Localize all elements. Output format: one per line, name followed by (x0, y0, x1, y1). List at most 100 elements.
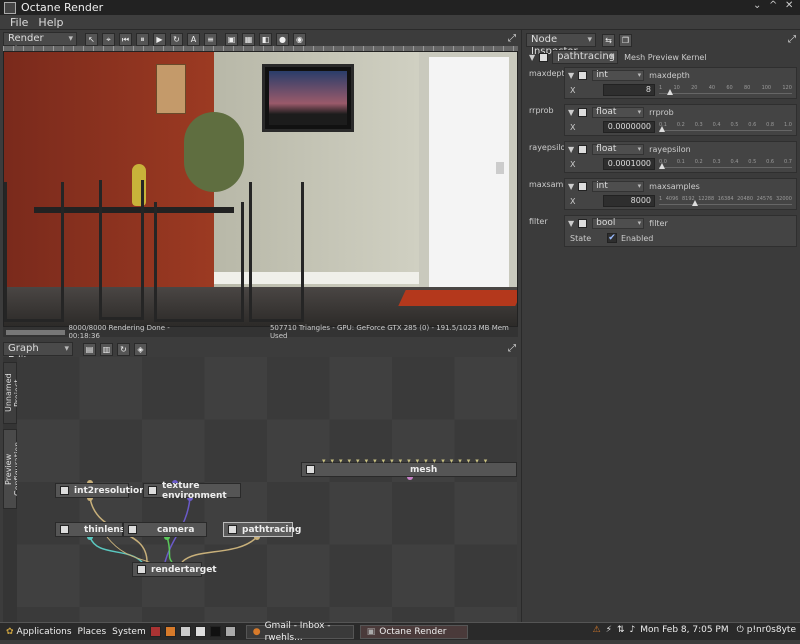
network-icon[interactable]: ⇅ (617, 625, 625, 635)
load-graph-icon[interactable]: ▥ (100, 342, 113, 356)
minimize-button[interactable]: ⌄ (753, 0, 761, 11)
refresh-graph-icon[interactable]: ↻ (117, 342, 130, 356)
node-camera[interactable]: camera (123, 522, 207, 537)
restart-icon[interactable]: ↻ (170, 32, 183, 46)
arrange-graph-icon[interactable]: ◈ (134, 342, 147, 356)
slider-thumb[interactable] (691, 200, 698, 206)
graph-canvas[interactable]: mesh ▾▾▾▾▾▾▾▾▾▾▾▾▾▾▾▾▾▾▾▾ int2resolution… (17, 357, 517, 622)
tick: 80 (743, 85, 751, 91)
places-menu[interactable]: Places (78, 627, 107, 637)
volume-icon[interactable]: ♪ (630, 625, 636, 635)
region-icon[interactable]: ▣ (225, 32, 238, 46)
aa-toggle-icon[interactable]: A (187, 32, 200, 46)
contrast-icon[interactable]: ◧ (259, 32, 272, 46)
param-filter-type[interactable]: bool (592, 217, 645, 229)
node-rendertarget[interactable]: rendertarget (132, 562, 217, 577)
param-filter-name: filter (649, 218, 668, 228)
graph-editor-dropdown[interactable]: Graph Editor (3, 342, 73, 366)
settings-sphere-icon[interactable]: ◉ (293, 32, 306, 46)
firefox-icon[interactable] (164, 626, 176, 637)
text-editor-icon[interactable] (194, 626, 206, 637)
rrprob-slider[interactable]: 0.1 0.2 0.3 0.4 0.5 0.6 0.8 1.0 (659, 122, 792, 133)
node-pathtracing-label: pathtracing (242, 524, 302, 535)
save-graph-icon[interactable]: ▤ (83, 342, 96, 356)
pause-icon[interactable]: ⏸ (136, 32, 149, 46)
node-int2resolution[interactable]: int2resolution (55, 483, 146, 498)
exposure-icon[interactable]: ≡ (204, 32, 217, 46)
node-pathtracing[interactable]: pathtracing (223, 522, 301, 537)
rayepsilon-value-input[interactable]: 0.0001000 (603, 158, 655, 170)
param-rayepsilon-type[interactable]: float (592, 143, 645, 155)
maximize-button[interactable]: ^ (769, 0, 777, 11)
collapse-icon[interactable]: ▼ (568, 108, 574, 117)
filter-state-value: Enabled (621, 234, 654, 243)
user-name[interactable]: p!nr0s8yte (747, 625, 796, 635)
task-octane-render[interactable]: ▣ Octane Render (359, 624, 468, 639)
applications-menu[interactable]: Applications (17, 627, 72, 637)
collapse-icon[interactable]: ▼ (568, 219, 574, 228)
mesh-input-pins: ▾▾▾▾▾▾▾▾▾▾▾▾▾▾▾▾▾▾▾▾ (322, 457, 493, 465)
param-rrprob-label: rrprob (529, 106, 554, 115)
clock[interactable]: Mon Feb 8, 7:05 PM (640, 625, 728, 635)
node-thinlens[interactable]: thinlens (55, 522, 125, 537)
kernel-collapse-icon[interactable]: ▼ (529, 53, 535, 62)
inspector-pin-icon[interactable]: ⇆ (602, 33, 615, 47)
inspector-expand-icon[interactable]: ⤢ (788, 35, 798, 45)
node-inspector-dropdown[interactable]: Node Inspector (526, 33, 596, 57)
gnome-foot-icon[interactable]: ✿ (6, 627, 14, 637)
kernel-dropdown[interactable]: pathtracing (552, 50, 619, 64)
menu-help[interactable]: Help (38, 16, 63, 29)
taskbar: ✿ Applications Places System ● Gmail - I… (0, 621, 800, 643)
system-menu[interactable]: System (112, 627, 146, 637)
system-tray: ⚠ ⚡ ⇅ ♪ Mon Feb 8, 7:05 PM ⏻ p!nr0s8yte (593, 625, 796, 635)
bright-door (429, 57, 509, 292)
tab-preview-configuration[interactable]: Preview Configuration (3, 429, 22, 509)
screenshot-icon[interactable] (224, 626, 236, 637)
tick: 100 (761, 85, 772, 91)
launcher-icon[interactable] (149, 626, 161, 637)
param-maxsamples-type[interactable]: int (592, 180, 645, 192)
filter-checkbox[interactable]: ✔ (607, 233, 617, 243)
collapse-icon[interactable]: ▼ (568, 182, 574, 191)
rrprob-value-input[interactable]: 0.0000000 (603, 121, 655, 133)
maxsamples-slider[interactable]: 1 4096 8192 12288 16384 20480 24576 32000 (659, 196, 792, 207)
shutdown-icon[interactable]: ⏻ (737, 625, 744, 635)
slider-thumb[interactable] (659, 126, 665, 132)
app-icon (4, 1, 16, 14)
update-icon[interactable]: ⚠ (593, 625, 601, 635)
param-rrprob-type[interactable]: float (592, 106, 645, 118)
rewind-icon[interactable]: ⏮ (119, 32, 132, 46)
node-texture-environment[interactable]: texture environment (143, 481, 241, 501)
power-icon[interactable]: ⚡ (606, 625, 612, 635)
render-viewport[interactable] (3, 51, 518, 327)
slider-thumb[interactable] (666, 89, 673, 95)
rayepsilon-slider[interactable]: 0.0 0.1 0.2 0.3 0.4 0.5 0.6 0.7 (659, 159, 792, 170)
int-type-icon (578, 70, 588, 80)
tab-unnamed-project[interactable]: Unnamed Project (3, 362, 22, 424)
expand-icon[interactable]: ⤢ (508, 34, 518, 44)
collapse-icon[interactable]: ▼ (568, 71, 574, 80)
inspector-stack-icon[interactable]: ❐ (619, 33, 632, 47)
task-gmail[interactable]: ● Gmail - Inbox - rwehls... (245, 621, 354, 643)
play-icon[interactable]: ▶ (153, 32, 166, 46)
grid-icon[interactable]: ▦ (242, 32, 255, 46)
sphere-icon[interactable]: ● (276, 32, 289, 46)
slider-thumb[interactable] (659, 163, 665, 169)
maxdepth-slider[interactable]: 1 10 20 40 60 80 100 120 (659, 85, 792, 96)
mail-icon[interactable] (179, 626, 191, 637)
maxdepth-value-input[interactable]: 8 (603, 84, 655, 96)
close-button[interactable]: ✕ (785, 0, 793, 11)
terminal-icon[interactable] (209, 626, 221, 637)
maxsamples-value-input[interactable]: 8000 (603, 195, 655, 207)
render-viewport-dropdown[interactable]: Render Viewport (3, 32, 77, 56)
param-maxdepth-type[interactable]: int (592, 69, 645, 81)
node-mesh[interactable]: mesh ▾▾▾▾▾▾▾▾▾▾▾▾▾▾▾▾▾▾▾▾ (301, 457, 517, 477)
collapse-icon[interactable]: ▼ (568, 145, 574, 154)
focus-tool-icon[interactable]: ⌖ (102, 32, 115, 46)
select-tool-icon[interactable]: ↖ (85, 32, 98, 46)
menu-file[interactable]: File (10, 16, 28, 29)
param-maxsamples-x-label: X (570, 197, 576, 206)
tick: 0.7 (784, 159, 792, 165)
tick: 16384 (717, 196, 734, 202)
graph-expand-icon[interactable]: ⤢ (508, 344, 518, 354)
